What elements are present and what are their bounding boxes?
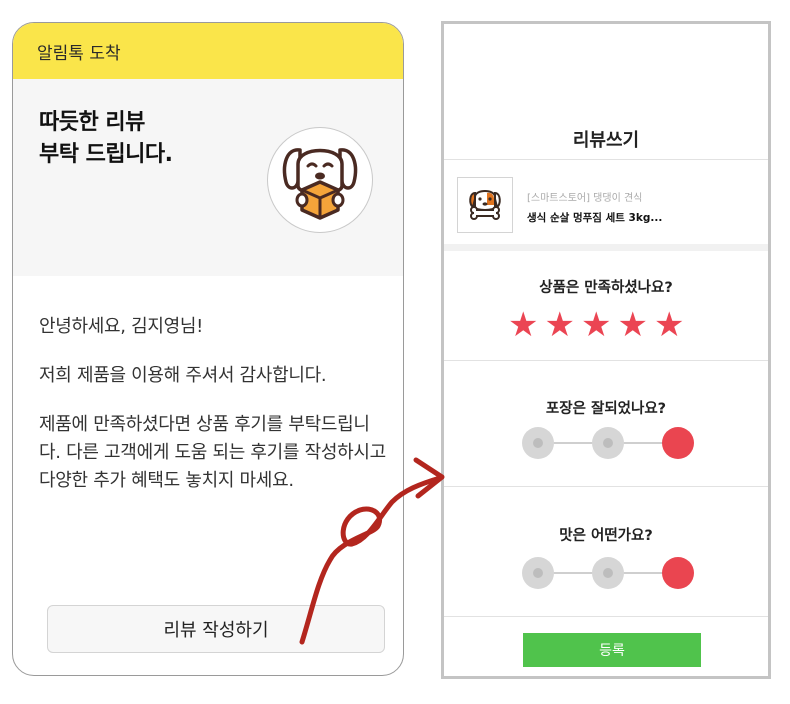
scale-option-1[interactable] <box>522 427 554 459</box>
review-write-screen: 리뷰쓰기 [스마트스토어] 댕댕이 견식 생식 순살 멍푸짐 세트 3kg...… <box>441 21 771 679</box>
divider <box>444 486 768 487</box>
star-icon[interactable]: ★ <box>654 306 684 344</box>
review-request-text: 제품에 만족하셨다면 상품 후기를 부탁드립니다. 다른 고객에게 도움 되는 … <box>39 414 386 491</box>
scale-option-1[interactable] <box>522 557 554 589</box>
scale-option-3[interactable] <box>662 557 694 589</box>
submit-button[interactable]: 등록 <box>523 633 701 667</box>
dog-box-icon <box>267 127 373 233</box>
write-review-button[interactable]: 리뷰 작성하기 <box>47 605 385 653</box>
card-message: 안녕하세요, 김지영님! 저희 제품을 이용해 주셔서 감사합니다. 제품에 만… <box>39 313 391 516</box>
product-name: 생식 순살 멍푸짐 세트 3kg... <box>527 212 663 224</box>
question-packaging: 포장은 잘되었나요? <box>545 401 667 417</box>
question-taste: 맛은 어떤가요? <box>559 528 653 544</box>
card-title-line2: 부탁 드립니다. <box>39 142 173 167</box>
star-rating[interactable]: ★ ★ ★ ★ ★ <box>508 306 684 344</box>
alimtalk-header: 알림톡 도착 <box>13 23 403 79</box>
thanks-text: 저희 제품을 이용해 주셔서 감사합니다. <box>39 365 327 386</box>
star-icon[interactable]: ★ <box>581 306 611 344</box>
scale-option-3[interactable] <box>662 427 694 459</box>
divider <box>444 159 768 160</box>
taste-scale[interactable] <box>522 556 694 590</box>
star-icon[interactable]: ★ <box>544 306 574 344</box>
scale-option-2[interactable] <box>592 427 624 459</box>
section-gap <box>444 244 768 251</box>
packaging-scale[interactable] <box>522 426 694 460</box>
dog-bone-icon <box>457 177 513 233</box>
scale-option-2[interactable] <box>592 557 624 589</box>
card-title-line1: 따듯한 리뷰 <box>39 110 145 135</box>
card-title: 따듯한 리뷰 부탁 드립니다. <box>39 107 173 171</box>
product-store-name: [스마트스토어] 댕댕이 견식 <box>527 193 643 204</box>
greeting-text: 안녕하세요, 김지영님! <box>39 316 204 337</box>
question-satisfaction: 상품은 만족하셨나요? <box>539 280 673 296</box>
star-icon[interactable]: ★ <box>508 306 538 344</box>
divider <box>444 616 768 617</box>
review-screen-title: 리뷰쓰기 <box>572 130 640 151</box>
star-icon[interactable]: ★ <box>617 306 647 344</box>
divider <box>444 360 768 361</box>
card-hero: 따듯한 리뷰 부탁 드립니다. <box>13 79 403 276</box>
kakao-alimtalk-card: 알림톡 도착 따듯한 리뷰 부탁 드립니다. 안녕하세요, 김지영님! 저희 제… <box>12 22 404 676</box>
alimtalk-header-label: 알림톡 도착 <box>37 43 121 64</box>
